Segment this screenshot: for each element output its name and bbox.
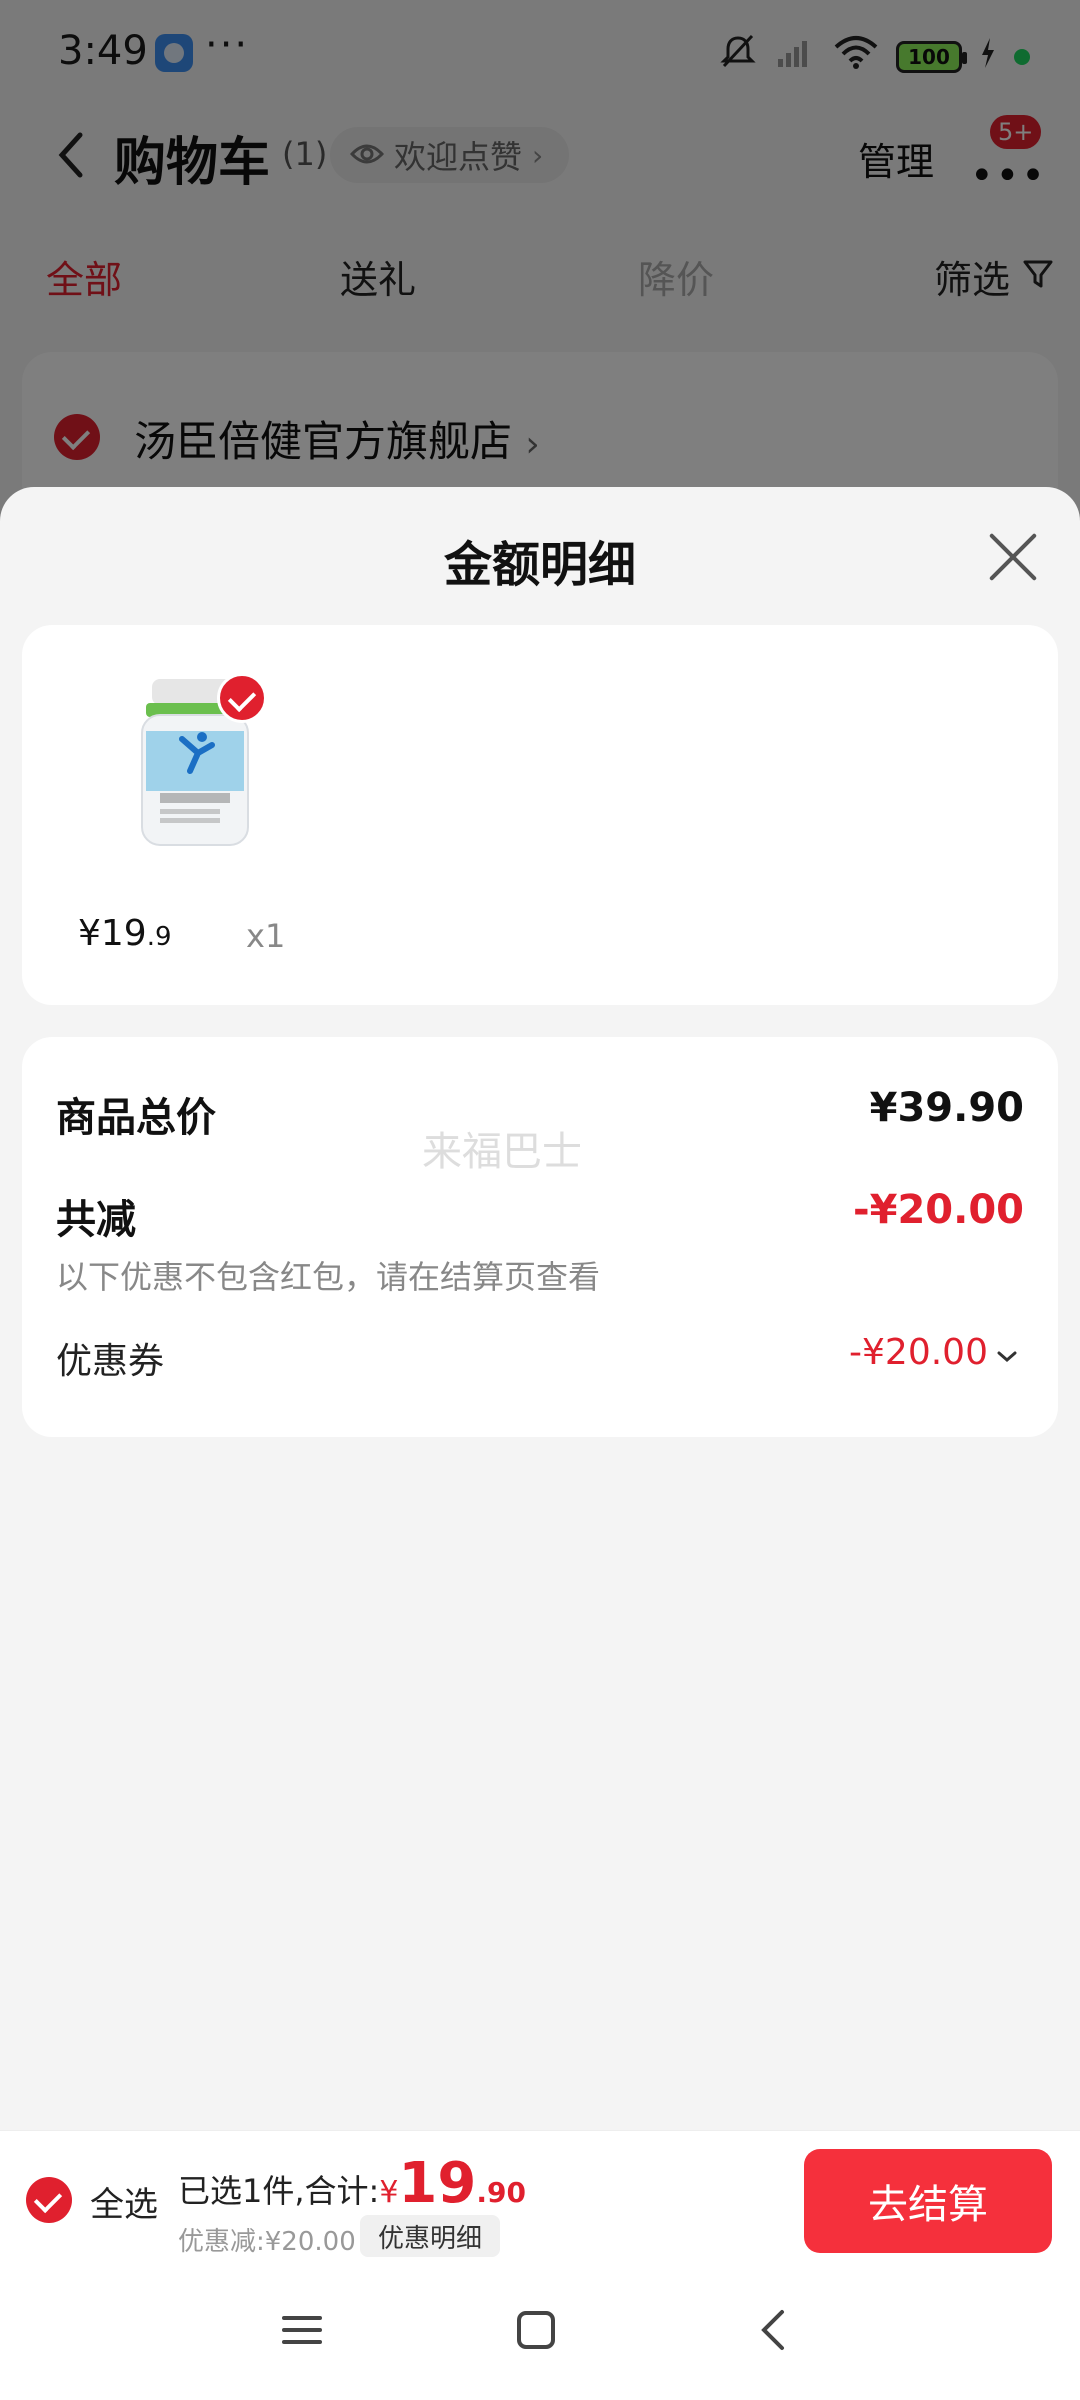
checkout-bar: 全选 已选1件,合计:¥19.90 优惠减:¥20.00 优惠明细 去结算 <box>0 2130 1080 2270</box>
watermark-text: 来福巴士 <box>422 1129 582 1175</box>
sheet-title: 金额明细 <box>443 537 636 593</box>
menu-icon[interactable] <box>280 2308 324 2356</box>
discount-value: -¥20.00 <box>853 1187 1024 1233</box>
total-price-label: 商品总价 <box>56 1095 216 1141</box>
discount-label: 共减 <box>56 1197 136 1243</box>
system-back-icon[interactable] <box>752 2308 796 2356</box>
amount-detail-sheet: 金额明细 ¥19.9 x1 来福巴士 商品总价 ¥39.90 共减 -¥20.0… <box>0 487 1080 2400</box>
chevron-down-icon <box>996 1332 1018 1373</box>
product-price: ¥19.9 <box>78 913 172 954</box>
system-navigation-bar <box>0 2270 1080 2400</box>
discount-detail-button[interactable]: 优惠明细 <box>360 2215 501 2257</box>
price-summary-card: 来福巴士 商品总价 ¥39.90 共减 -¥20.00 以下优惠不包含红包，请在… <box>22 1037 1058 1437</box>
select-all-label[interactable]: 全选 <box>90 2177 158 2226</box>
product-card: ¥19.9 x1 <box>22 625 1058 1005</box>
home-icon[interactable] <box>514 2308 558 2356</box>
coupon-label: 优惠券 <box>56 1341 165 1382</box>
close-icon[interactable] <box>985 529 1041 585</box>
coupon-value[interactable]: -¥20.00 <box>849 1332 1018 1373</box>
product-checkbox[interactable] <box>217 673 267 723</box>
selected-total: 已选1件,合计:¥19.90 <box>178 2151 526 2216</box>
discount-summary: 优惠减:¥20.00 <box>178 2227 356 2257</box>
total-price-value: ¥39.90 <box>869 1085 1024 1131</box>
product-quantity: x1 <box>246 917 286 955</box>
checkout-button[interactable]: 去结算 <box>804 2149 1052 2253</box>
discount-note: 以下优惠不包含红包，请在结算页查看 <box>56 1258 601 1296</box>
select-all-checkbox[interactable] <box>26 2177 72 2223</box>
